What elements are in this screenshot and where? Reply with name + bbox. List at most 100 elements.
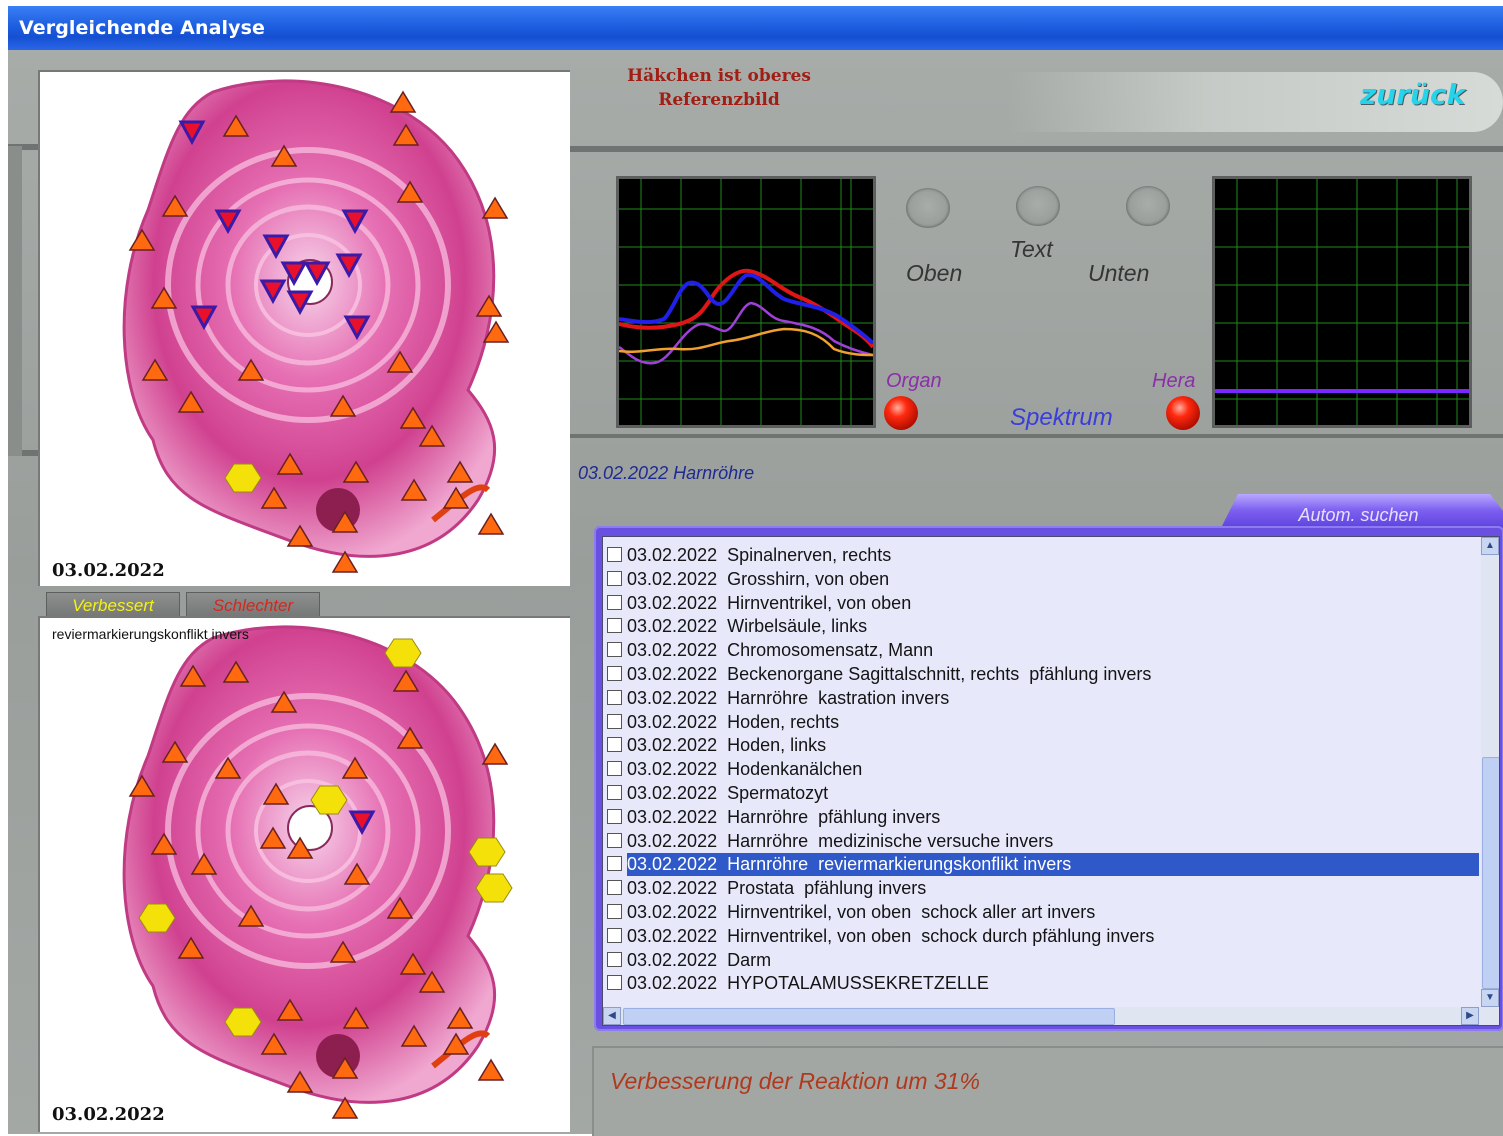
list-item-checkbox[interactable] bbox=[607, 666, 622, 681]
hera-indicator-icon[interactable] bbox=[1166, 396, 1200, 430]
horizontal-scroll-thumb[interactable] bbox=[623, 1008, 1115, 1025]
list-item[interactable]: 03.02.2022 Hoden, rechts bbox=[607, 711, 1479, 734]
list-item-text: 03.02.2022 Beckenorgane Sagittalschnitt,… bbox=[627, 663, 1151, 686]
spectrum-curves bbox=[618, 179, 875, 425]
selected-entry-label: 03.02.2022 Harnröhre bbox=[578, 463, 755, 483]
list-item-label: Grosshirn, von oben bbox=[727, 568, 890, 589]
list-item-date: 03.02.2022 bbox=[627, 687, 718, 708]
list-item-date: 03.02.2022 bbox=[627, 949, 718, 970]
list-item-date: 03.02.2022 bbox=[627, 806, 718, 827]
label-hera: Hera bbox=[1152, 370, 1196, 392]
image-caption-bottom: reviermarkierungskonflikt invers bbox=[52, 626, 249, 642]
knob-oben[interactable] bbox=[906, 188, 950, 228]
back-button[interactable]: zurück bbox=[1360, 78, 1465, 111]
list-item-date: 03.02.2022 bbox=[627, 640, 718, 661]
list-item[interactable]: 03.02.2022 Darm bbox=[607, 949, 1479, 972]
list-item[interactable]: 03.02.2022 Grosshirn, von oben bbox=[607, 568, 1479, 591]
label-text: Text bbox=[1010, 236, 1053, 262]
list-item-checkbox[interactable] bbox=[607, 547, 622, 562]
histology-image: 03.02.2022 bbox=[52, 625, 513, 1125]
reference-image-bottom[interactable]: 03.02.2022 reviermarkierungskonflikt inv… bbox=[38, 616, 570, 1132]
list-item[interactable]: 03.02.2022 Harnröhre kastration invers bbox=[607, 687, 1479, 710]
organ-list[interactable]: 03.02.2022 Spinalnerven, rechts 03.02.202… bbox=[602, 536, 1500, 1026]
auto-search-label: Autom. suchen bbox=[1298, 505, 1419, 525]
list-item-label: Hirnventrikel, von oben schock aller art… bbox=[727, 902, 1096, 922]
list-item-text: 03.02.2022 Prostata pfählung invers bbox=[627, 877, 926, 900]
list-item-checkbox[interactable] bbox=[607, 808, 622, 824]
list-item[interactable]: 03.02.2022 Spinalnerven, rechts bbox=[607, 544, 1479, 567]
list-item-checkbox[interactable] bbox=[607, 761, 622, 777]
list-item[interactable]: 03.02.2022 Hodenkanälchen bbox=[607, 758, 1479, 781]
knob-unten[interactable] bbox=[1126, 186, 1170, 226]
list-item-checkbox[interactable] bbox=[607, 975, 622, 991]
reference-curve bbox=[1215, 179, 1469, 425]
list-item-text: 03.02.2022 Hodenkanälchen bbox=[627, 758, 862, 781]
organ-indicator-icon[interactable] bbox=[884, 396, 918, 430]
list-item-label: HYPOTALAMUSSEKRETZELLE bbox=[727, 973, 989, 994]
list-item-date: 03.02.2022 bbox=[627, 878, 718, 899]
scroll-down-icon[interactable]: ▼ bbox=[1481, 989, 1499, 1007]
list-item-date: 03.02.2022 bbox=[627, 568, 718, 589]
list-item[interactable]: 03.02.2022 Hoden, links bbox=[607, 734, 1479, 757]
list-item-date: 03.02.2022 bbox=[627, 830, 718, 851]
list-item[interactable]: 03.02.2022 Harnröhre pfählung invers bbox=[607, 806, 1479, 829]
vertical-scroll-thumb[interactable] bbox=[1482, 757, 1499, 989]
list-item-text: 03.02.2022 Hoden, links bbox=[627, 734, 826, 757]
list-item[interactable]: 03.02.2022 Hirnventrikel, von oben schoc… bbox=[607, 925, 1479, 948]
list-item-checkbox[interactable] bbox=[607, 832, 622, 848]
list-item-date: 03.02.2022 bbox=[627, 973, 718, 994]
list-item-checkbox[interactable] bbox=[607, 570, 622, 586]
divider bbox=[570, 434, 1503, 438]
list-item-checkbox[interactable] bbox=[607, 785, 622, 800]
list-item-checkbox[interactable] bbox=[607, 951, 622, 967]
list-item-checkbox[interactable] bbox=[607, 880, 622, 896]
reference-image-top[interactable]: 03.02.2022 bbox=[38, 70, 570, 586]
scroll-up-icon[interactable]: ▲ bbox=[1481, 537, 1499, 555]
list-item[interactable]: 03.02.2022 Harnröhre reviermarkierungsko… bbox=[607, 853, 1479, 877]
list-item-label: Prostata pfählung invers bbox=[727, 878, 927, 899]
window-title: Vergleichende Analyse bbox=[19, 17, 265, 39]
result-text: Verbesserung der Reaktion um 31% bbox=[610, 1068, 980, 1094]
list-item-checkbox[interactable] bbox=[607, 713, 622, 729]
label-organ: Organ bbox=[886, 370, 942, 392]
label-unten: Unten bbox=[1088, 260, 1150, 286]
list-item-checkbox[interactable] bbox=[607, 856, 622, 872]
list-item[interactable]: 03.02.2022 HYPOTALAMUSSEKRETZELLE bbox=[607, 972, 1479, 995]
vertical-scrollbar[interactable]: ▲ ▼ bbox=[1481, 537, 1499, 1007]
list-item[interactable]: 03.02.2022 Wirbelsäule, links bbox=[607, 615, 1479, 638]
list-item-label: Harnröhre reviermarkierungskonflikt inve… bbox=[727, 854, 1072, 875]
list-item[interactable]: 03.02.2022 Prostata pfählung invers bbox=[607, 877, 1479, 900]
tab-verbessert-label: Verbessert bbox=[72, 596, 154, 615]
list-item-text: 03.02.2022 Hirnventrikel, von oben schoc… bbox=[627, 925, 1154, 948]
list-item[interactable]: 03.02.2022 Chromosomensatz, Mann bbox=[607, 639, 1479, 662]
list-item[interactable]: 03.02.2022 Hirnventrikel, von oben bbox=[607, 592, 1479, 615]
list-item-text: 03.02.2022 Spermatozyt bbox=[627, 782, 828, 805]
tab-schlechter-label: Schlechter bbox=[212, 596, 294, 615]
scroll-left-icon[interactable]: ◀ bbox=[603, 1007, 621, 1025]
auto-search-button[interactable]: Autom. suchen bbox=[1220, 494, 1503, 530]
list-item-label: Wirbelsäule, links bbox=[727, 616, 868, 637]
list-item-checkbox[interactable] bbox=[607, 594, 622, 610]
list-item-checkbox[interactable] bbox=[607, 642, 622, 658]
list-item-checkbox[interactable] bbox=[607, 904, 622, 919]
horizontal-scrollbar[interactable]: ◀ ▶ bbox=[603, 1007, 1499, 1025]
list-item-text: 03.02.2022 Spinalnerven, rechts bbox=[627, 544, 891, 567]
scroll-right-icon[interactable]: ▶ bbox=[1461, 1007, 1479, 1025]
list-item[interactable]: 03.02.2022 Hirnventrikel, von oben schoc… bbox=[607, 901, 1479, 924]
curve-display-right bbox=[1212, 176, 1472, 428]
list-item[interactable]: 03.02.2022 Harnröhre medizinische versuc… bbox=[607, 830, 1479, 853]
list-item-text: 03.02.2022 Grosshirn, von oben bbox=[627, 568, 889, 591]
knob-text[interactable] bbox=[1016, 186, 1060, 226]
list-item-date: 03.02.2022 bbox=[627, 616, 718, 637]
list-item-date: 03.02.2022 bbox=[627, 735, 718, 756]
list-item-date: 03.02.2022 bbox=[627, 783, 718, 803]
list-item-label: Hirnventrikel, von oben schock durch pfä… bbox=[727, 925, 1155, 946]
list-item[interactable]: 03.02.2022 Spermatozyt bbox=[607, 782, 1479, 805]
spectrum-label[interactable]: Spektrum bbox=[1010, 404, 1113, 432]
list-item-checkbox[interactable] bbox=[607, 618, 622, 634]
list-item-checkbox[interactable] bbox=[607, 737, 622, 753]
list-item-checkbox[interactable] bbox=[607, 689, 622, 705]
list-item-checkbox[interactable] bbox=[607, 927, 622, 943]
list-item[interactable]: 03.02.2022 Beckenorgane Sagittalschnitt,… bbox=[607, 663, 1479, 686]
list-item-date: 03.02.2022 bbox=[627, 925, 718, 946]
